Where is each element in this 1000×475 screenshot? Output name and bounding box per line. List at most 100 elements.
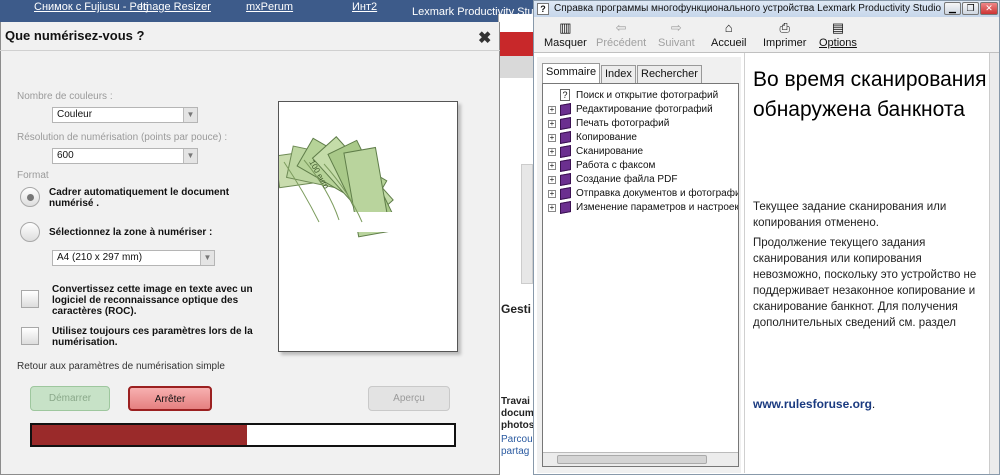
ocr-checkbox[interactable] bbox=[21, 290, 39, 308]
color-select-value: Couleur bbox=[57, 109, 93, 120]
tab-search[interactable]: Rechercher bbox=[637, 65, 702, 83]
content-vertical-scrollbar[interactable] bbox=[989, 53, 999, 474]
select-area-option-label: Sélectionnez la zone à numériser : bbox=[49, 227, 213, 238]
tab-index[interactable]: Index bbox=[601, 65, 636, 83]
rules-link[interactable]: www.rulesforuse.org bbox=[753, 397, 872, 411]
start-button[interactable]: Démarrer bbox=[30, 386, 110, 411]
link-suffix: . bbox=[871, 397, 876, 411]
format-label: Format bbox=[17, 170, 49, 181]
expand-icon[interactable]: + bbox=[548, 162, 556, 170]
print-button-label: Imprimer bbox=[763, 37, 807, 49]
book-icon bbox=[560, 201, 571, 214]
background-link[interactable]: partag bbox=[501, 446, 535, 457]
options-button[interactable]: ▤ Options bbox=[819, 19, 857, 49]
back-button-label: Précédent bbox=[596, 37, 647, 49]
expand-icon[interactable]: + bbox=[548, 204, 556, 212]
background-text: photos bbox=[501, 420, 535, 431]
home-button-label: Accueil bbox=[711, 37, 747, 49]
scan-preview: 100 euro bbox=[278, 101, 458, 352]
resolution-label: Résolution de numérisation (points par p… bbox=[17, 132, 228, 143]
options-icon: ▤ bbox=[831, 20, 845, 35]
chevron-down-icon: ▼ bbox=[183, 149, 197, 163]
forward-button[interactable]: ⇨ Suivant bbox=[658, 19, 695, 49]
close-icon[interactable]: ✖ bbox=[478, 28, 491, 48]
help-window: ? Справка программы многофункционального… bbox=[533, 0, 1000, 475]
stop-button[interactable]: Arrêter bbox=[128, 386, 212, 411]
home-icon: ⌂ bbox=[724, 20, 733, 35]
book-icon bbox=[560, 103, 571, 116]
book-icon bbox=[560, 131, 571, 144]
help-app-icon: ? bbox=[537, 3, 549, 15]
tree-horizontal-scrollbar[interactable] bbox=[543, 452, 738, 466]
help-page-icon: ? bbox=[560, 89, 570, 101]
hide-pane-icon: ▥ bbox=[559, 20, 572, 35]
expand-icon[interactable]: + bbox=[548, 176, 556, 184]
book-icon bbox=[560, 117, 571, 130]
expand-icon[interactable]: + bbox=[548, 190, 556, 198]
progress-fill bbox=[32, 425, 248, 445]
chevron-down-icon: ▼ bbox=[183, 108, 197, 122]
hide-button[interactable]: ▥ Masquer bbox=[544, 19, 587, 49]
tab-contents[interactable]: Sommaire bbox=[542, 63, 601, 83]
scan-progress-bar bbox=[30, 423, 456, 447]
ocr-option-label: Convertissez cette image en texte avec u… bbox=[52, 284, 253, 317]
printer-icon: ⎙ bbox=[779, 20, 790, 35]
remember-settings-checkbox[interactable] bbox=[21, 327, 39, 345]
background-link[interactable]: Parcou bbox=[501, 434, 535, 445]
maximize-icon[interactable]: ❐ bbox=[962, 2, 979, 15]
hide-button-label: Masquer bbox=[544, 37, 587, 49]
preview-button[interactable]: Aperçu bbox=[368, 386, 450, 411]
background-window: Gesti Travai docum photos Parcou partag bbox=[498, 14, 535, 475]
background-text: docum bbox=[501, 408, 534, 419]
topic-heading: Во время сканирования обнаружена банкнот… bbox=[753, 68, 987, 121]
simple-settings-link[interactable]: Retour aux paramètres de numérisation si… bbox=[17, 361, 225, 372]
resolution-select[interactable]: 600 ▼ bbox=[52, 148, 198, 164]
book-icon bbox=[560, 145, 571, 158]
arrow-left-icon: ⇦ bbox=[615, 20, 627, 35]
back-button[interactable]: ⇦ Précédent bbox=[596, 19, 646, 49]
background-header-bar bbox=[499, 32, 535, 56]
help-content: Во время сканирования обнаружена банкнот… bbox=[744, 53, 989, 473]
book-icon bbox=[560, 187, 571, 200]
area-select[interactable]: A4 (210 x 297 mm) ▼ bbox=[52, 250, 215, 266]
print-button[interactable]: ⎙ Imprimer bbox=[763, 19, 806, 49]
expand-icon[interactable]: + bbox=[548, 134, 556, 142]
topic-paragraph: Текущее задание сканирования или копиров… bbox=[753, 201, 947, 229]
help-titlebar: ? Справка программы многофункционального… bbox=[534, 1, 999, 17]
expand-icon[interactable]: + bbox=[548, 120, 556, 128]
help-window-title: Справка программы многофункционального у… bbox=[554, 3, 942, 14]
rules-link-row: www.rulesforuse.org. bbox=[753, 397, 875, 411]
minimize-icon[interactable]: ▁ bbox=[944, 2, 961, 15]
navigation-pane: Sommaire Index Rechercher ? Поиск и откр… bbox=[537, 57, 741, 473]
arrow-right-icon: ⇨ bbox=[670, 20, 682, 35]
auto-crop-radio[interactable] bbox=[20, 187, 40, 207]
auto-crop-option-label: Cadrer automatiquement le document numér… bbox=[49, 187, 230, 209]
taskbar-item[interactable]: Снимок с Fujiusu - Petj bbox=[34, 1, 148, 13]
taskbar-item[interactable]: mxPerum bbox=[246, 1, 293, 13]
divider bbox=[0, 50, 500, 51]
color-label: Nombre de couleurs : bbox=[17, 91, 113, 102]
help-toolbar: ▥ Masquer ⇦ Précédent ⇨ Suivant ⌂ Accuei… bbox=[534, 17, 999, 53]
area-select-value: A4 (210 x 297 mm) bbox=[57, 252, 143, 263]
taskbar-item[interactable]: Image Resizer bbox=[140, 1, 211, 13]
background-text: Gesti bbox=[501, 302, 532, 316]
book-icon bbox=[560, 173, 571, 186]
close-icon[interactable]: ✕ bbox=[980, 2, 998, 15]
remember-settings-label: Utilisez toujours ces paramètres lors de… bbox=[52, 326, 253, 348]
forward-button-label: Suivant bbox=[658, 37, 695, 49]
expand-icon[interactable]: + bbox=[548, 106, 556, 114]
options-button-label: Options bbox=[819, 37, 857, 49]
background-text: Travai bbox=[501, 396, 530, 407]
chevron-down-icon: ▼ bbox=[200, 251, 214, 265]
banknote-image bbox=[279, 136, 419, 238]
select-area-radio[interactable] bbox=[20, 222, 40, 242]
book-icon bbox=[560, 159, 571, 172]
color-select[interactable]: Couleur ▼ bbox=[52, 107, 198, 123]
taskbar-item[interactable]: Инт2 bbox=[352, 1, 377, 13]
scrollbar-thumb[interactable] bbox=[557, 455, 707, 464]
topic-paragraph: Продолжение текущего задания сканировани… bbox=[753, 237, 977, 329]
home-button[interactable]: ⌂ Accueil bbox=[711, 19, 746, 49]
background-menu-band bbox=[499, 56, 535, 78]
background-scrollbar[interactable] bbox=[521, 164, 533, 284]
expand-icon[interactable]: + bbox=[548, 148, 556, 156]
